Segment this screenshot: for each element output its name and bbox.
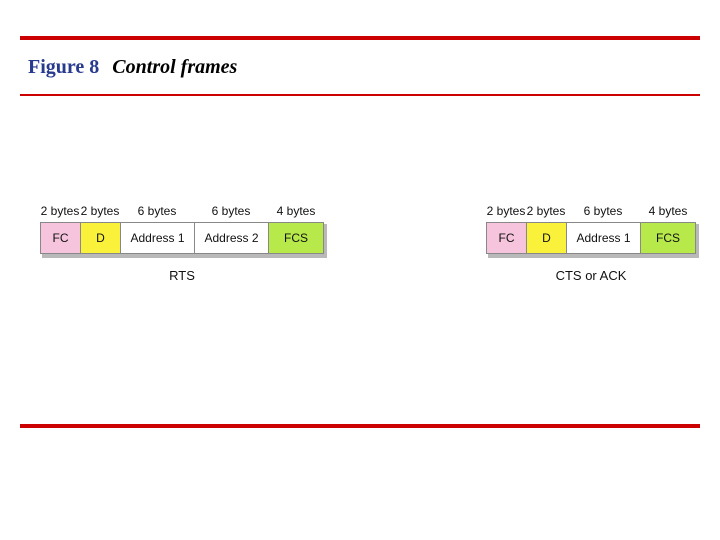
frame-cts-ack: 2 bytes 2 bytes 6 bytes 4 bytes FC D Add… [486, 204, 696, 283]
figure-number: Figure 8 [28, 56, 99, 78]
field-d: D [80, 222, 120, 254]
size-label: 2 bytes [40, 204, 80, 218]
cts-fields: FC D Address 1 FCS [486, 222, 696, 254]
size-label: 2 bytes [80, 204, 120, 218]
frame-rts: 2 bytes 2 bytes 6 bytes 6 bytes 4 bytes … [40, 204, 324, 283]
rts-size-row: 2 bytes 2 bytes 6 bytes 6 bytes 4 bytes [40, 204, 324, 222]
frame-caption-rts: RTS [40, 268, 324, 283]
field-d: D [526, 222, 566, 254]
field-fc: FC [40, 222, 80, 254]
divider-top-thick [20, 36, 700, 40]
field-address-1: Address 1 [120, 222, 194, 254]
frame-caption-cts-ack: CTS or ACK [486, 268, 696, 283]
size-label: 2 bytes [486, 204, 526, 218]
field-fc: FC [486, 222, 526, 254]
frames-diagram: 2 bytes 2 bytes 6 bytes 6 bytes 4 bytes … [40, 204, 696, 283]
field-fcs: FCS [640, 222, 696, 254]
field-address-1: Address 1 [566, 222, 640, 254]
figure-caption: Control frames [112, 56, 237, 78]
field-fcs: FCS [268, 222, 324, 254]
cts-size-row: 2 bytes 2 bytes 6 bytes 4 bytes [486, 204, 696, 222]
rts-fields: FC D Address 1 Address 2 FCS [40, 222, 324, 254]
size-label: 2 bytes [526, 204, 566, 218]
size-label: 6 bytes [566, 204, 640, 218]
divider-top-thin [20, 94, 700, 96]
size-label: 6 bytes [194, 204, 268, 218]
figure-title: Figure 8 Control frames [28, 56, 237, 79]
size-label: 4 bytes [640, 204, 696, 218]
size-label: 6 bytes [120, 204, 194, 218]
field-address-2: Address 2 [194, 222, 268, 254]
size-label: 4 bytes [268, 204, 324, 218]
divider-bottom-thick [20, 424, 700, 428]
